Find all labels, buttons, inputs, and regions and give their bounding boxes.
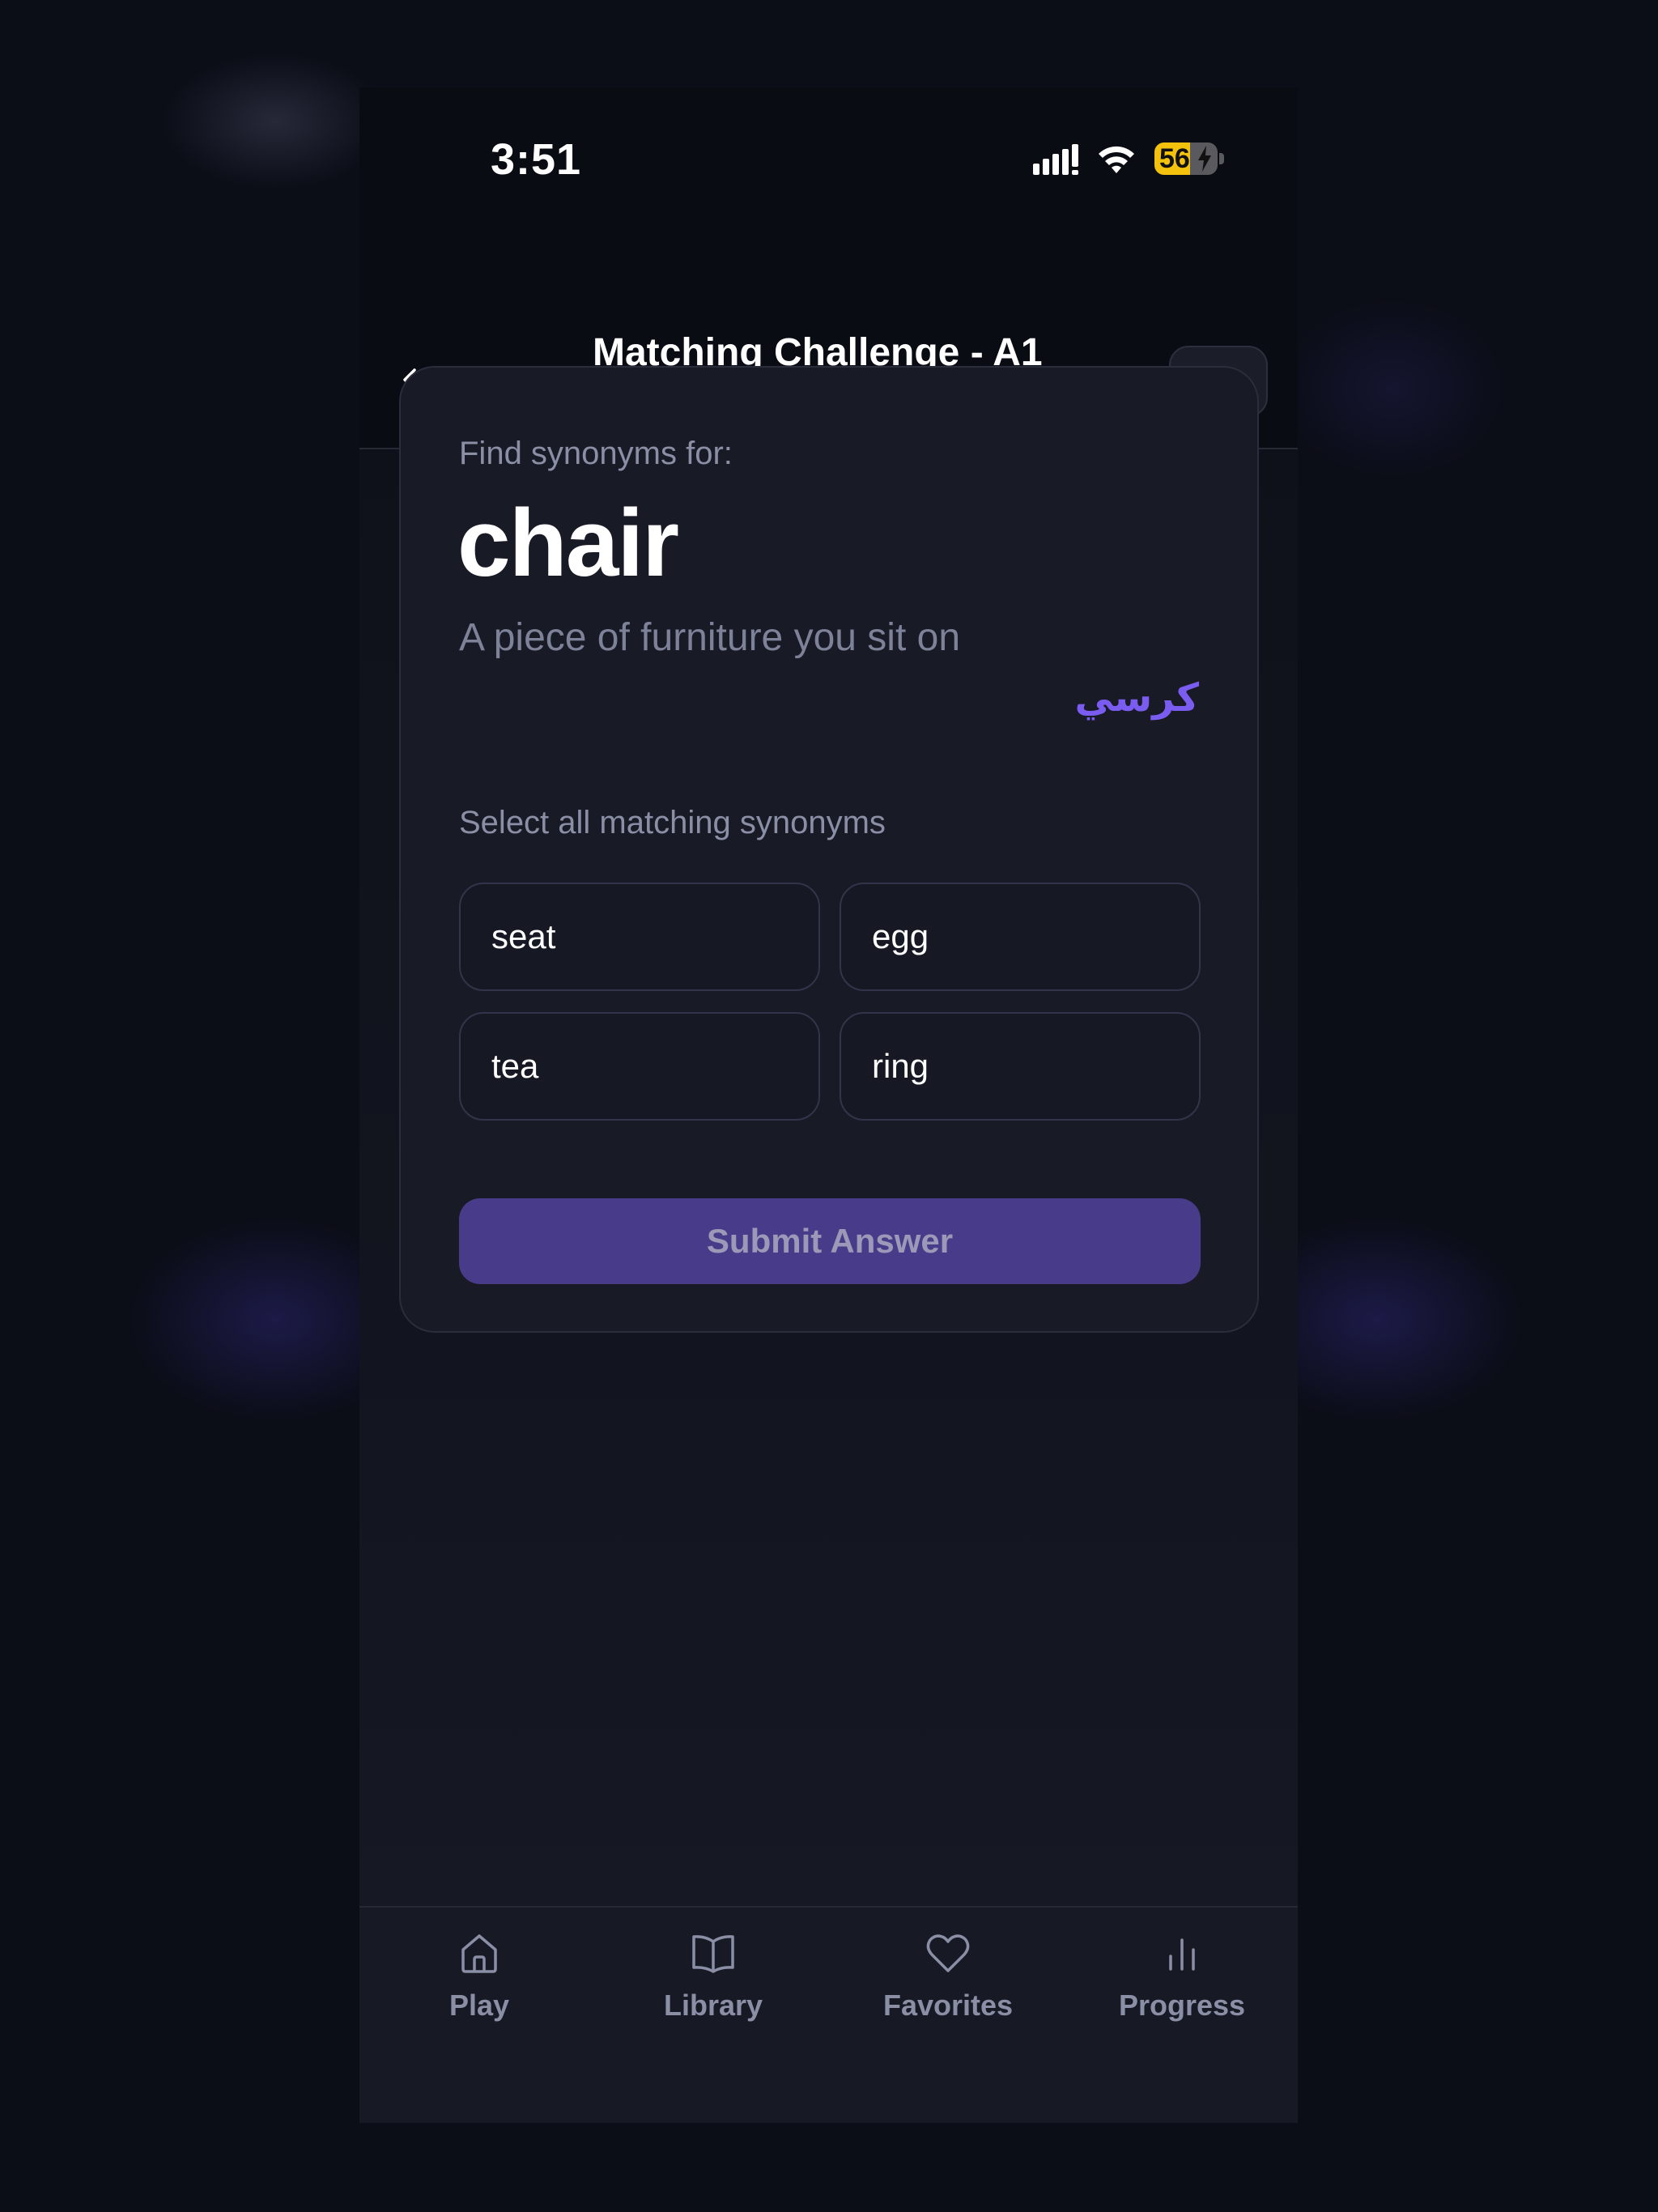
select-instruction: Select all matching synonyms — [459, 805, 886, 840]
wifi-icon — [1099, 146, 1134, 173]
prompt-label: Find synonyms for: — [459, 436, 733, 471]
synonym-option[interactable]: seat — [459, 883, 820, 991]
charging-bolt-icon — [1198, 146, 1211, 172]
nav-item-progress[interactable]: Progress — [1077, 1929, 1287, 2050]
battery-indicator: 56 — [1154, 143, 1218, 175]
cellular-signal-icon — [1033, 144, 1078, 175]
nav-label: Progress — [1118, 1989, 1246, 2022]
word-definition: A piece of furniture you sit on — [459, 616, 961, 659]
submit-answer-button[interactable]: Submit Answer — [459, 1198, 1201, 1284]
status-time: 3:51 — [491, 135, 582, 184]
heart-icon — [926, 1934, 970, 1972]
nav-label: Favorites — [882, 1989, 1014, 2022]
battery-cap — [1219, 153, 1224, 164]
nav-item-favorites[interactable]: Favorites — [843, 1929, 1053, 2050]
nav-label: Play — [449, 1989, 510, 2022]
nav-item-library[interactable]: Library — [608, 1929, 818, 2050]
nav-label: Library — [663, 1989, 763, 2022]
word-translation: كرسي — [1074, 677, 1199, 720]
synonym-option[interactable]: egg — [840, 883, 1201, 991]
synonym-option[interactable]: ring — [840, 1012, 1201, 1121]
target-word: chair — [457, 490, 679, 597]
app-screen: 3:51 56 Matching Challenge - A1 Find syn… — [359, 87, 1298, 2123]
nav-item-play[interactable]: Play — [374, 1929, 585, 2050]
book-icon — [692, 1935, 734, 1973]
home-icon — [461, 1934, 497, 1973]
bottom-navigation: Play Library Favorites Progress — [359, 1906, 1298, 2123]
bar-chart-icon — [1169, 1938, 1195, 1971]
synonym-option[interactable]: tea — [459, 1012, 820, 1121]
question-card: Find synonyms for: chair A piece of furn… — [399, 366, 1259, 1333]
status-bar: 3:51 56 — [359, 87, 1298, 229]
battery-percentage: 56 — [1159, 143, 1190, 174]
